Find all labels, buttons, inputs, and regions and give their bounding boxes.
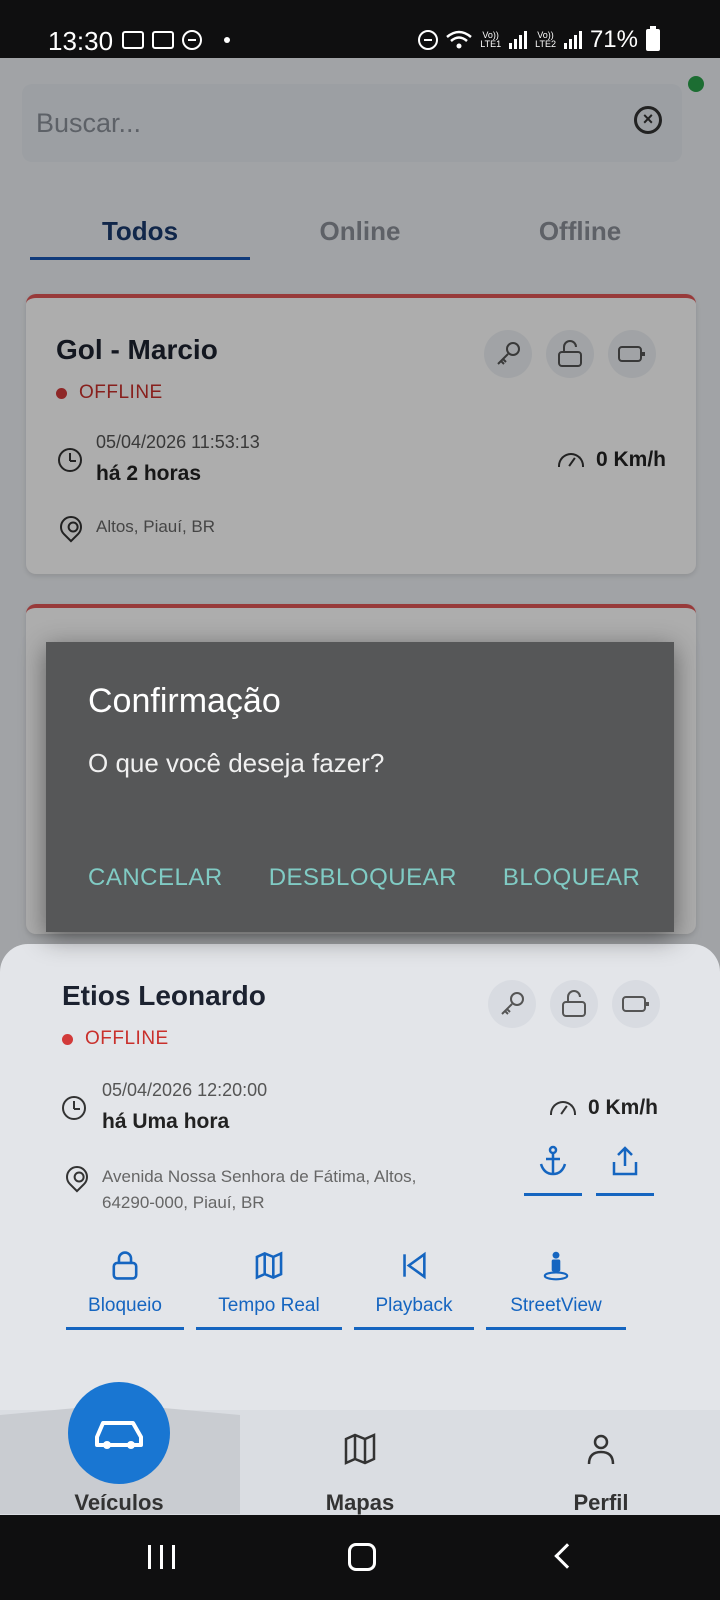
ignition-key-button[interactable] — [488, 980, 536, 1028]
lte1-label: Vo)) LTE1 — [480, 30, 502, 49]
cancel-button[interactable]: CANCELAR — [88, 864, 223, 892]
speed-readout: 0 Km/h — [549, 1096, 658, 1120]
battery-status-button[interactable] — [612, 980, 660, 1028]
menu-streetview[interactable]: StreetView — [486, 1250, 626, 1330]
skip-back-icon — [403, 1251, 426, 1280]
car-icon — [95, 1421, 143, 1449]
map-icon[interactable] — [343, 1432, 377, 1466]
menu-label: StreetView — [510, 1295, 602, 1316]
speedometer-icon — [549, 1101, 576, 1115]
dialog-message: O que você deseja fazer? — [88, 748, 385, 778]
vehicle-name: Etios Leonardo — [62, 980, 266, 1011]
system-icons: Vo)) LTE1 Vo)) LTE2 71% — [418, 26, 660, 54]
status-label: OFFLINE — [85, 1028, 169, 1049]
profile-icon[interactable] — [584, 1432, 618, 1466]
dnd-icon — [182, 30, 202, 50]
wifi-icon — [446, 30, 473, 49]
menu-label: Tempo Real — [218, 1295, 320, 1316]
unlock-button[interactable]: DESBLOQUEAR — [269, 864, 457, 892]
gallery-icon — [122, 31, 144, 49]
street-view-icon — [543, 1251, 569, 1281]
status-bar: 13:30 Vo)) LTE1 Vo)) LTE2 71% — [0, 0, 720, 58]
bottom-navigation: Veículos Mapas Perfil — [0, 1382, 720, 1516]
share-button[interactable] — [596, 1144, 654, 1196]
more-notifications-icon — [224, 37, 230, 43]
system-navigation-bar — [0, 1515, 720, 1600]
map-icon — [255, 1251, 283, 1280]
signal-2-icon — [563, 31, 582, 49]
nav-vehicles[interactable]: Veículos — [59, 1490, 179, 1516]
battery-icon — [646, 26, 660, 51]
lock-status-button[interactable] — [550, 980, 598, 1028]
dialog-title: Confirmação — [88, 682, 281, 720]
unlock-icon — [562, 990, 586, 1017]
confirmation-dialog: Confirmação O que você deseja fazer? CAN… — [46, 642, 674, 932]
vehicle-detail-sheet: Etios Leonardo OFFLINE 05/04/2026 12:20:… — [0, 944, 720, 1414]
vehicle-status: OFFLINE — [62, 1028, 169, 1050]
menu-bloqueio[interactable]: Bloqueio — [66, 1250, 184, 1330]
menu-label: Bloqueio — [88, 1295, 162, 1316]
signal-1-icon — [509, 31, 528, 49]
location-pin-icon — [61, 1161, 93, 1193]
last-update-relative: há Uma hora — [102, 1110, 230, 1133]
anchor-icon — [539, 1145, 567, 1176]
lock-button[interactable]: BLOQUEAR — [503, 864, 640, 892]
dialog-actions: CANCELAR DESBLOQUEAR BLOQUEAR — [88, 864, 640, 892]
vehicles-fab[interactable] — [68, 1382, 170, 1484]
last-update-date: 05/04/2026 12:20:00 — [102, 1080, 268, 1100]
nav-maps[interactable]: Mapas — [300, 1490, 420, 1516]
share-actions — [524, 1144, 654, 1196]
key-icon — [501, 992, 524, 1015]
status-time: 13:30 — [48, 26, 114, 56]
vehicle-address: Avenida Nossa Senhora de Fátima, Altos, … — [102, 1164, 416, 1216]
anchor-button[interactable] — [524, 1144, 582, 1196]
home-button[interactable] — [348, 1543, 376, 1571]
address-line-1: Avenida Nossa Senhora de Fátima, Altos, — [102, 1167, 417, 1186]
speed-value: 0 Km/h — [587, 1096, 658, 1119]
lte2-label: Vo)) LTE2 — [535, 30, 556, 49]
vehicle-menu: Bloqueio Tempo Real Playback StreetView — [66, 1250, 656, 1330]
vehicle-actions — [488, 980, 660, 1028]
battery-outline-icon — [622, 996, 649, 1012]
address-line-2: 64290-000, Piauí, BR — [102, 1193, 265, 1212]
offline-dot-icon — [62, 1033, 73, 1045]
alarm-icon — [418, 30, 439, 50]
voicemail-icon — [152, 31, 174, 49]
nav-profile[interactable]: Perfil — [541, 1490, 661, 1516]
back-button[interactable] — [554, 1543, 580, 1569]
menu-tempo-real[interactable]: Tempo Real — [196, 1250, 342, 1330]
clock-icon — [62, 1096, 86, 1120]
menu-label: Playback — [375, 1295, 453, 1316]
menu-playback[interactable]: Playback — [354, 1250, 474, 1330]
share-icon — [612, 1146, 638, 1176]
notification-icons — [122, 30, 230, 50]
recents-button[interactable] — [148, 1545, 175, 1569]
battery-percent: 71% — [589, 26, 638, 53]
lock-icon — [112, 1251, 138, 1280]
